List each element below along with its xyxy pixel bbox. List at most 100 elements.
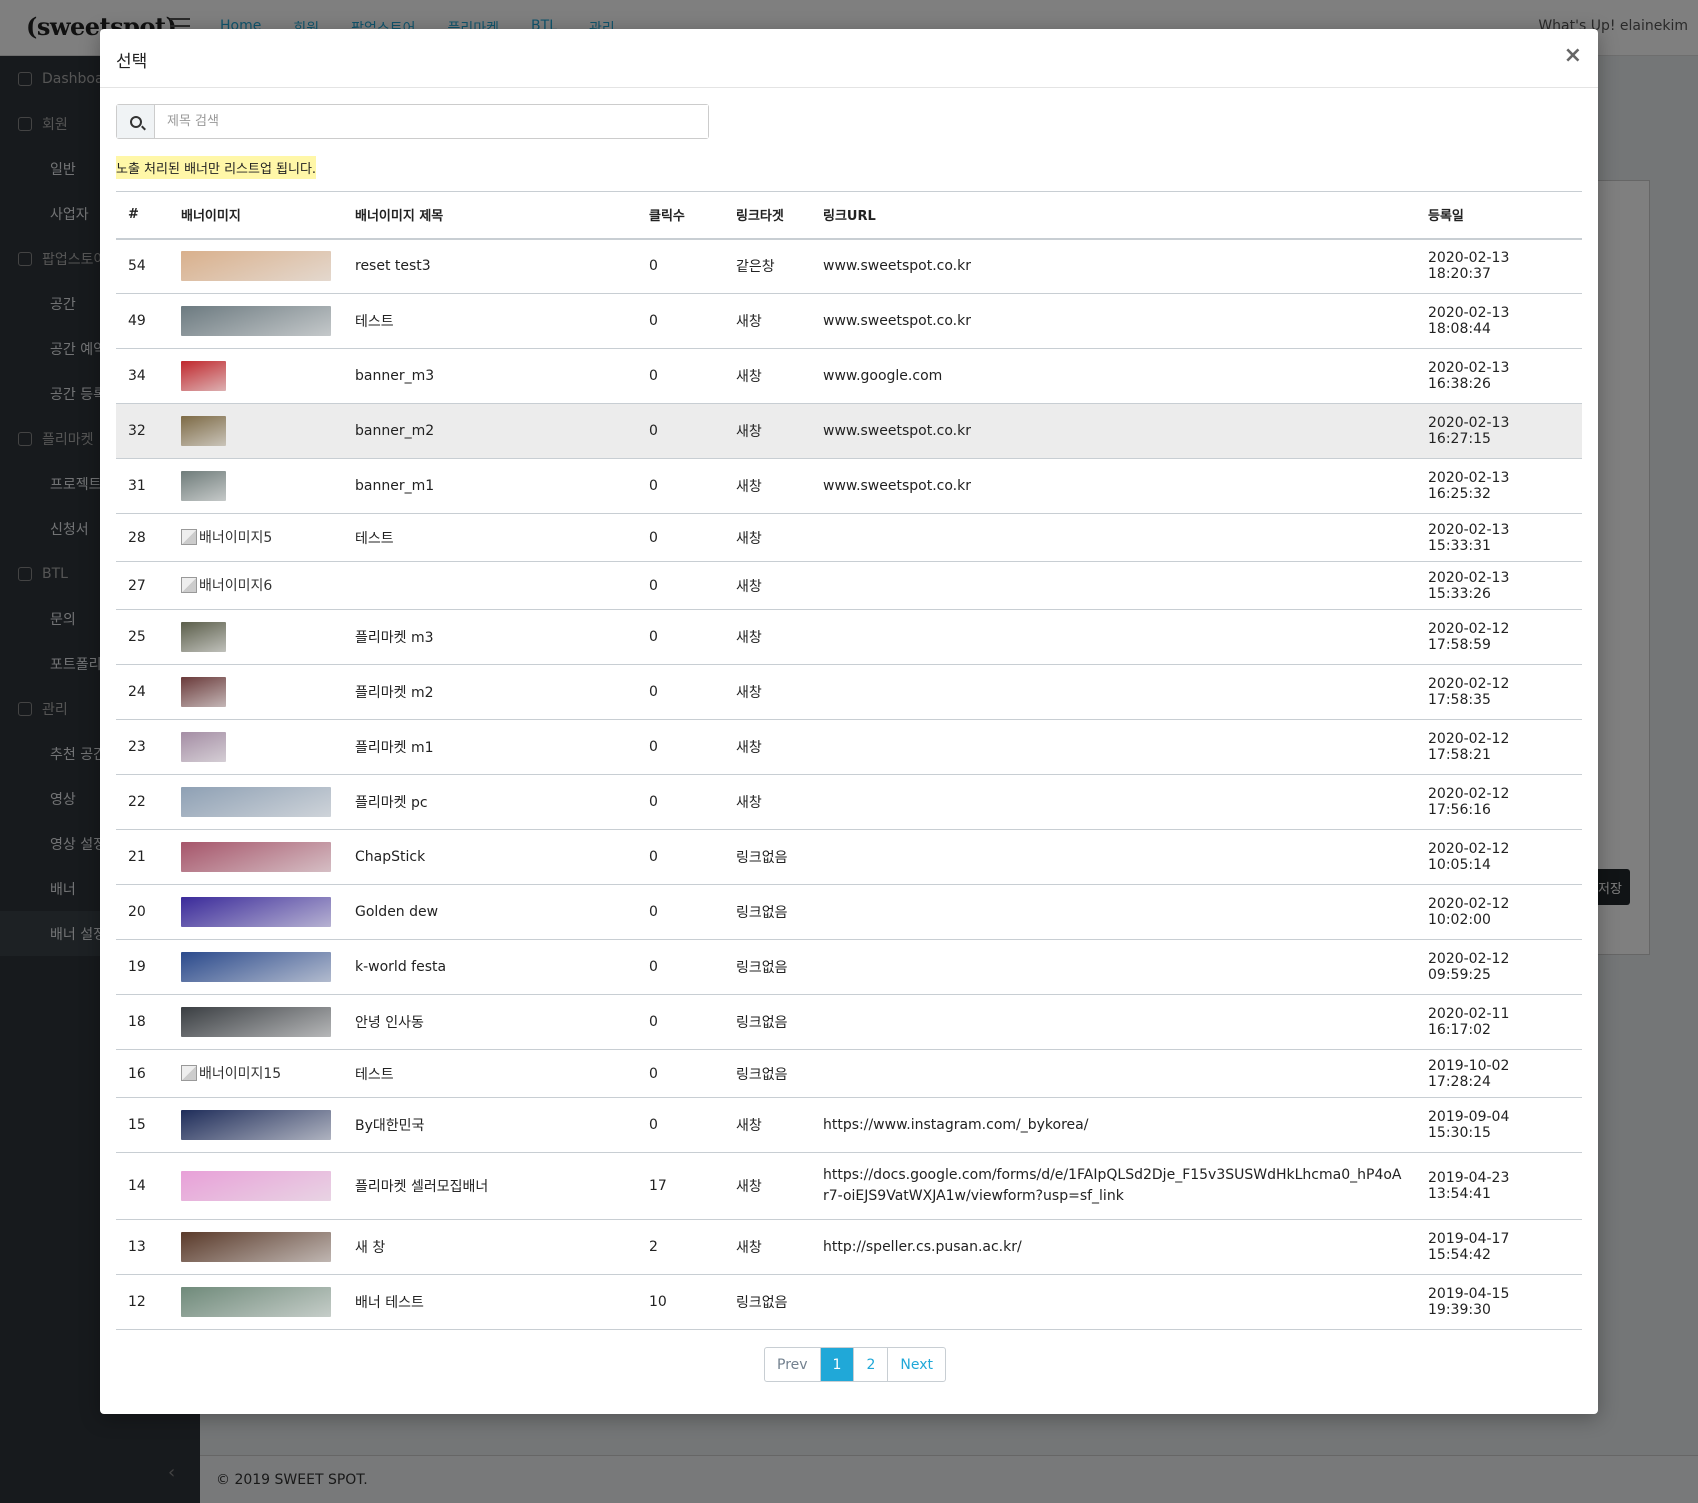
table-row[interactable]: 32 banner_m2 0 새창 www.sweetspot.co.kr 2020-02… — [116, 403, 1582, 459]
pagination-next[interactable]: Next — [888, 1348, 945, 1381]
cell-id: 19 — [116, 939, 169, 995]
cell-title: 테스트 — [343, 513, 637, 562]
cell-image — [169, 609, 343, 665]
table-row[interactable]: 49 테스트 0 새창 www.sweetspot.co.kr 2020-02-13 18… — [116, 293, 1582, 349]
cell-clicks: 0 — [637, 293, 724, 349]
cell-image — [169, 293, 343, 349]
table-row[interactable]: 27 배너이미지6 0 새창 2020-02-13 15:33:26 — [116, 561, 1582, 610]
pagination-prev[interactable]: Prev — [765, 1348, 821, 1381]
search-input[interactable] — [155, 105, 708, 138]
cell-date: 2020-02-12 17:58:35 — [1416, 664, 1582, 720]
banner-thumbnail — [181, 416, 226, 446]
table-row[interactable]: 13 새 창 2 새창 http://speller.cs.pusan.ac.kr/20… — [116, 1219, 1582, 1275]
cell-title: 테스트 — [343, 293, 637, 349]
cell-target: 새창 — [724, 403, 811, 459]
cell-title: banner_m1 — [343, 458, 637, 514]
cell-date: 2020-02-13 16:38:26 — [1416, 348, 1582, 404]
col-header-image[interactable]: 배너이미지 — [169, 191, 343, 240]
cell-image — [169, 719, 343, 775]
search-addon — [117, 105, 155, 138]
cell-url: http://speller.cs.pusan.ac.kr/ — [811, 1219, 1416, 1275]
table-row[interactable]: 22 플리마켓 pc 0 새창 2020-02-12 17:56:16 — [116, 774, 1582, 830]
col-header-title[interactable]: 배너이미지 제목 — [343, 191, 637, 240]
cell-title: 배너 테스트 — [343, 1274, 637, 1330]
table-row[interactable]: 16 배너이미지15 테스트 0 링크없음 2019-10-02 17:28:24 — [116, 1049, 1582, 1098]
cell-clicks: 0 — [637, 664, 724, 720]
col-header-date[interactable]: 등록일 — [1416, 191, 1582, 240]
cell-id: 20 — [116, 884, 169, 940]
broken-image: 배너이미지5 — [181, 527, 272, 547]
cell-image — [169, 884, 343, 940]
banner-thumbnail — [181, 622, 226, 652]
table-row[interactable]: 24 플리마켓 m2 0 새창 2020-02-12 17:58:35 — [116, 664, 1582, 720]
pagination-page-2[interactable]: 2 — [854, 1348, 889, 1381]
cell-image — [169, 829, 343, 885]
col-header-target[interactable]: 링크타겟 — [724, 191, 811, 240]
cell-title — [343, 561, 637, 610]
table-row[interactable]: 12 배너 테스트 10 링크없음 2019-04-15 19:39:30 — [116, 1274, 1582, 1330]
cell-clicks: 0 — [637, 348, 724, 404]
banner-thumbnail — [181, 1232, 331, 1262]
cell-image — [169, 1152, 343, 1220]
cell-clicks: 0 — [637, 884, 724, 940]
cell-clicks: 0 — [637, 719, 724, 775]
table-row[interactable]: 54 reset test3 0 같은창 www.sweetspot.co.kr 2020… — [116, 238, 1582, 294]
cell-id: 14 — [116, 1152, 169, 1220]
cell-title: 플리마켓 m2 — [343, 664, 637, 720]
close-icon[interactable]: × — [1564, 43, 1582, 68]
table-row[interactable]: 28 배너이미지5 테스트 0 새창 2020-02-13 15:33:31 — [116, 513, 1582, 562]
cell-date: 2020-02-12 09:59:25 — [1416, 939, 1582, 995]
cell-image — [169, 939, 343, 995]
table-row[interactable]: 18 안녕 인사동 0 링크없음 2020-02-11 16:17:02 — [116, 994, 1582, 1050]
table-row[interactable]: 34 banner_m3 0 새창 www.google.com 2020-02-13 1… — [116, 348, 1582, 404]
col-header-id[interactable]: # — [116, 191, 169, 240]
modal-header: 선택 × — [100, 29, 1598, 88]
banner-thumbnail — [181, 471, 226, 501]
table-row[interactable]: 31 banner_m1 0 새창 www.sweetspot.co.kr 2020-02… — [116, 458, 1582, 514]
banner-thumbnail — [181, 1007, 331, 1037]
pagination-page-1[interactable]: 1 — [820, 1348, 855, 1381]
cell-date: 2020-02-12 17:56:16 — [1416, 774, 1582, 830]
cell-date: 2019-04-23 13:54:41 — [1416, 1152, 1582, 1220]
col-header-url[interactable]: 링크URL — [811, 191, 1416, 240]
modal-title: 선택 — [116, 52, 148, 72]
cell-date: 2020-02-13 16:25:32 — [1416, 458, 1582, 514]
table-row[interactable]: 25 플리마켓 m3 0 새창 2020-02-12 17:58:59 — [116, 609, 1582, 665]
cell-title: Golden dew — [343, 884, 637, 940]
cell-image: 배너이미지5 — [169, 513, 343, 562]
cell-title: By대한민국 — [343, 1097, 637, 1153]
table-row[interactable]: 20 Golden dew 0 링크없음 2020-02-12 10:02:00 — [116, 884, 1582, 940]
cell-image: 배너이미지15 — [169, 1049, 343, 1098]
cell-date: 2019-10-02 17:28:24 — [1416, 1049, 1582, 1098]
cell-id: 31 — [116, 458, 169, 514]
cell-image — [169, 458, 343, 514]
cell-date: 2020-02-13 16:27:15 — [1416, 403, 1582, 459]
cell-title: k-world festa — [343, 939, 637, 995]
table-row[interactable]: 15 By대한민국 0 새창 https://www.instagram.com/_by… — [116, 1097, 1582, 1153]
table-row[interactable]: 21 ChapStick 0 링크없음 2020-02-12 10:05:14 — [116, 829, 1582, 885]
cell-date: 2020-02-12 10:05:14 — [1416, 829, 1582, 885]
table-row[interactable]: 23 플리마켓 m1 0 새창 2020-02-12 17:58:21 — [116, 719, 1582, 775]
cell-clicks: 0 — [637, 1049, 724, 1098]
search-group — [116, 104, 709, 139]
cell-id: 34 — [116, 348, 169, 404]
banner-thumbnail — [181, 952, 331, 982]
cell-url — [811, 609, 1416, 665]
broken-image: 배너이미지6 — [181, 575, 272, 595]
cell-clicks: 10 — [637, 1274, 724, 1330]
cell-image — [169, 238, 343, 294]
cell-target: 새창 — [724, 774, 811, 830]
cell-target: 새창 — [724, 609, 811, 665]
cell-title: 플리마켓 m1 — [343, 719, 637, 775]
cell-url: www.sweetspot.co.kr — [811, 458, 1416, 514]
pagination: Prev 1 2 Next — [764, 1347, 947, 1382]
cell-date: 2019-04-17 15:54:42 — [1416, 1219, 1582, 1275]
cell-clicks: 2 — [637, 1219, 724, 1275]
cell-url — [811, 719, 1416, 775]
table-row[interactable]: 19 k-world festa 0 링크없음 2020-02-12 09:59:25 — [116, 939, 1582, 995]
col-header-clicks[interactable]: 클릭수 — [637, 191, 724, 240]
table-row[interactable]: 14 플리마켓 셀러모집배너 17 새창 https://docs.google.com… — [116, 1152, 1582, 1220]
cell-target: 새창 — [724, 458, 811, 514]
cell-date: 2020-02-13 15:33:26 — [1416, 561, 1582, 610]
cell-image — [169, 1219, 343, 1275]
